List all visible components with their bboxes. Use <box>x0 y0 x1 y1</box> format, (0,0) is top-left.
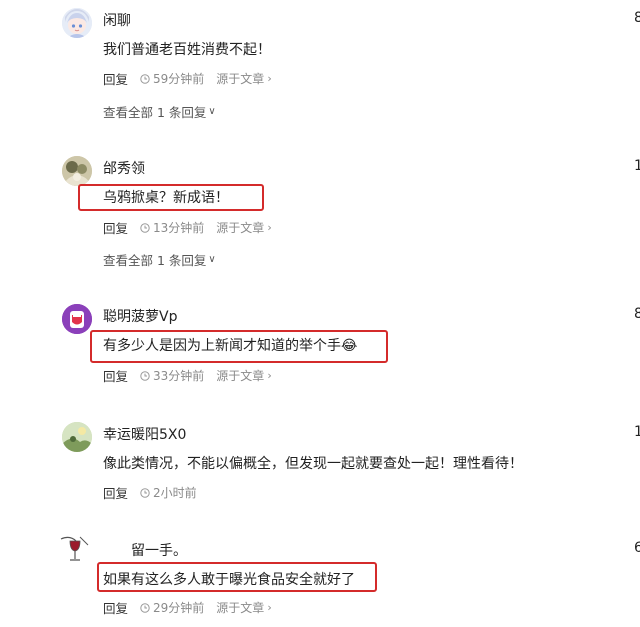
cartoon-avatar-icon <box>62 304 92 334</box>
view-all-replies-button[interactable]: 查看全部 1 条回复 ∨ <box>103 250 216 269</box>
clock-icon <box>140 370 150 381</box>
like-count: 6 <box>634 540 640 556</box>
comment-text: 如果有这么多人敢于曝光食品安全就好了 <box>103 572 355 588</box>
source-article-link[interactable]: 源于文章 › <box>216 367 271 384</box>
like-count: 8 <box>634 10 640 26</box>
anime-avatar-icon <box>62 8 92 38</box>
source-label: 源于文章 <box>216 72 265 86</box>
clock-icon <box>140 487 150 498</box>
source-article-link[interactable]: 源于文章 › <box>216 599 271 616</box>
comment-text: 乌鸦掀桌？新成语！ <box>103 190 229 206</box>
view-all-label: 查看全部 1 条回复 <box>103 253 207 268</box>
comment-time: 33分钟前 <box>153 369 205 383</box>
comment-time: 13分钟前 <box>153 221 205 235</box>
avatar[interactable] <box>62 8 92 38</box>
avatar[interactable] <box>62 422 92 452</box>
avatar[interactable] <box>62 304 92 334</box>
source-label: 源于文章 <box>216 221 265 235</box>
source-label: 源于文章 <box>216 369 265 383</box>
chevron-right-icon: › <box>267 72 272 85</box>
landscape-avatar-icon <box>62 422 92 452</box>
view-all-label: 查看全部 1 条回复 <box>103 105 207 120</box>
wine-glass-avatar-icon <box>60 536 89 561</box>
username[interactable]: 邰秀领 <box>103 158 145 178</box>
username[interactable]: 留一手。 <box>131 540 187 560</box>
reply-button[interactable]: 回复 <box>103 483 128 502</box>
chevron-down-icon: ∨ <box>208 106 216 117</box>
comment-text: 我们普通老百姓消费不起！ <box>103 42 271 58</box>
clock-icon <box>140 602 150 613</box>
like-count: 1 <box>634 424 640 440</box>
reply-button[interactable]: 回复 <box>103 366 128 385</box>
avatar[interactable] <box>62 156 92 186</box>
username[interactable]: 闲聊 <box>103 10 131 30</box>
avatar[interactable] <box>58 533 92 565</box>
chevron-right-icon: › <box>267 601 272 614</box>
comment-text: 像此类情况，不能以偏概全，但发现一起就要查处一起！理性看待！ <box>103 456 523 472</box>
chevron-right-icon: › <box>267 221 272 234</box>
like-count: 1 <box>634 158 640 174</box>
comment-meta: 回复 59分钟前 源于文章 › <box>103 69 272 88</box>
comment-time: 29分钟前 <box>153 601 205 615</box>
comment-text: 有多少人是因为上新闻才知道的举个手😂 <box>103 338 358 354</box>
clock-icon <box>140 73 150 84</box>
source-article-link[interactable]: 源于文章 › <box>216 219 271 236</box>
comment-time: 2小时前 <box>153 486 197 500</box>
comment-time: 59分钟前 <box>153 72 205 86</box>
view-all-replies-button[interactable]: 查看全部 1 条回复 ∨ <box>103 102 216 121</box>
comment-meta: 回复 29分钟前 源于文章 › <box>103 598 272 617</box>
comment-meta: 回复 33分钟前 源于文章 › <box>103 366 272 385</box>
like-count: 8 <box>634 306 640 322</box>
comment-meta: 回复 2小时前 <box>103 483 197 502</box>
reply-button[interactable]: 回复 <box>103 598 128 617</box>
source-label: 源于文章 <box>216 601 265 615</box>
chevron-down-icon: ∨ <box>208 254 216 265</box>
clock-icon <box>140 222 150 233</box>
photo-avatar-icon <box>62 156 92 186</box>
comment-meta: 回复 13分钟前 源于文章 › <box>103 218 272 237</box>
username[interactable]: 幸运暖阳5X0 <box>103 424 186 444</box>
reply-button[interactable]: 回复 <box>103 218 128 237</box>
source-article-link[interactable]: 源于文章 › <box>216 70 271 87</box>
username[interactable]: 聪明菠萝Vp <box>103 306 177 326</box>
chevron-right-icon: › <box>267 369 272 382</box>
reply-button[interactable]: 回复 <box>103 69 128 88</box>
